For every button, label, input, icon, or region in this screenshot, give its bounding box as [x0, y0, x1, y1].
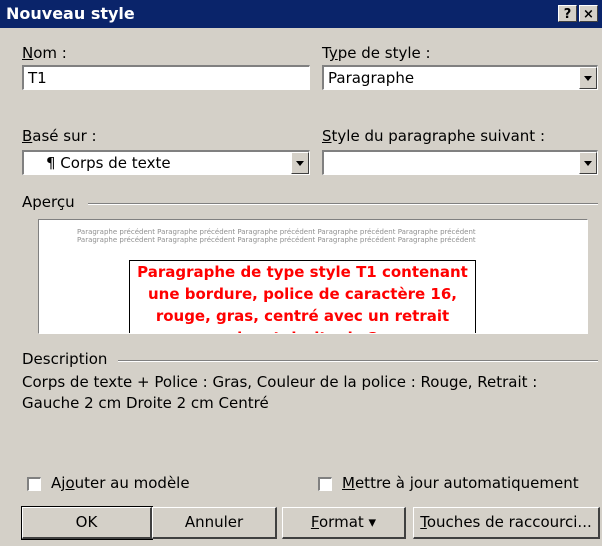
name-label: Nom :: [22, 44, 67, 62]
add-to-template-label[interactable]: Ajouter au modèle: [51, 474, 190, 492]
preview-divider: [88, 203, 598, 205]
description-text: Corps de texte + Police : Gras, Couleur …: [22, 373, 538, 412]
ok-button[interactable]: OK: [21, 506, 153, 540]
chevron-down-icon[interactable]: [579, 67, 597, 89]
based-on-select[interactable]: ¶ Corps de texte: [22, 150, 310, 175]
name-input[interactable]: T1: [22, 65, 310, 90]
title-bar: Nouveau style ? ×: [0, 0, 602, 28]
format-arrow-icon: ▾: [368, 513, 377, 531]
add-to-template-checkbox[interactable]: [27, 477, 41, 491]
format-label-first: F: [310, 513, 319, 531]
description-divider: [118, 360, 598, 362]
next-style-label: Style du paragraphe suivant :: [322, 127, 545, 145]
style-type-label: Type de style :: [322, 44, 431, 62]
preview-previous-paragraph: Paragraphe précédent Paragraphe précéden…: [77, 228, 476, 244]
help-button[interactable]: ?: [558, 5, 577, 22]
chevron-down-icon[interactable]: [579, 152, 597, 174]
based-on-value: ¶ Corps de texte: [46, 154, 171, 172]
next-style-select[interactable]: [322, 150, 598, 175]
cancel-button[interactable]: Annuler: [152, 507, 277, 539]
based-on-label: Basé sur :: [22, 127, 97, 145]
name-label-rest: om :: [33, 44, 67, 62]
format-button[interactable]: Format ▾: [282, 507, 406, 539]
chevron-down-icon[interactable]: [291, 152, 309, 174]
preview-pane: Paragraphe précédent Paragraphe précéden…: [38, 219, 588, 334]
shortcuts-button[interactable]: Touches de raccourci...: [413, 507, 600, 539]
format-label-rest: ormat: [319, 513, 364, 531]
window-title: Nouveau style: [6, 4, 135, 23]
close-button[interactable]: ×: [579, 5, 598, 22]
name-value: T1: [28, 69, 47, 87]
preview-sample-paragraph: Paragraphe de type style T1 contenant un…: [129, 260, 476, 333]
auto-update-checkbox[interactable]: [318, 477, 332, 491]
auto-update-label[interactable]: Mettre à jour automatiquement: [342, 474, 579, 492]
style-type-value: Paragraphe: [328, 69, 415, 87]
style-type-select[interactable]: Paragraphe: [322, 65, 598, 90]
description-label: Description: [22, 350, 108, 368]
preview-label: Aperçu: [22, 193, 75, 211]
